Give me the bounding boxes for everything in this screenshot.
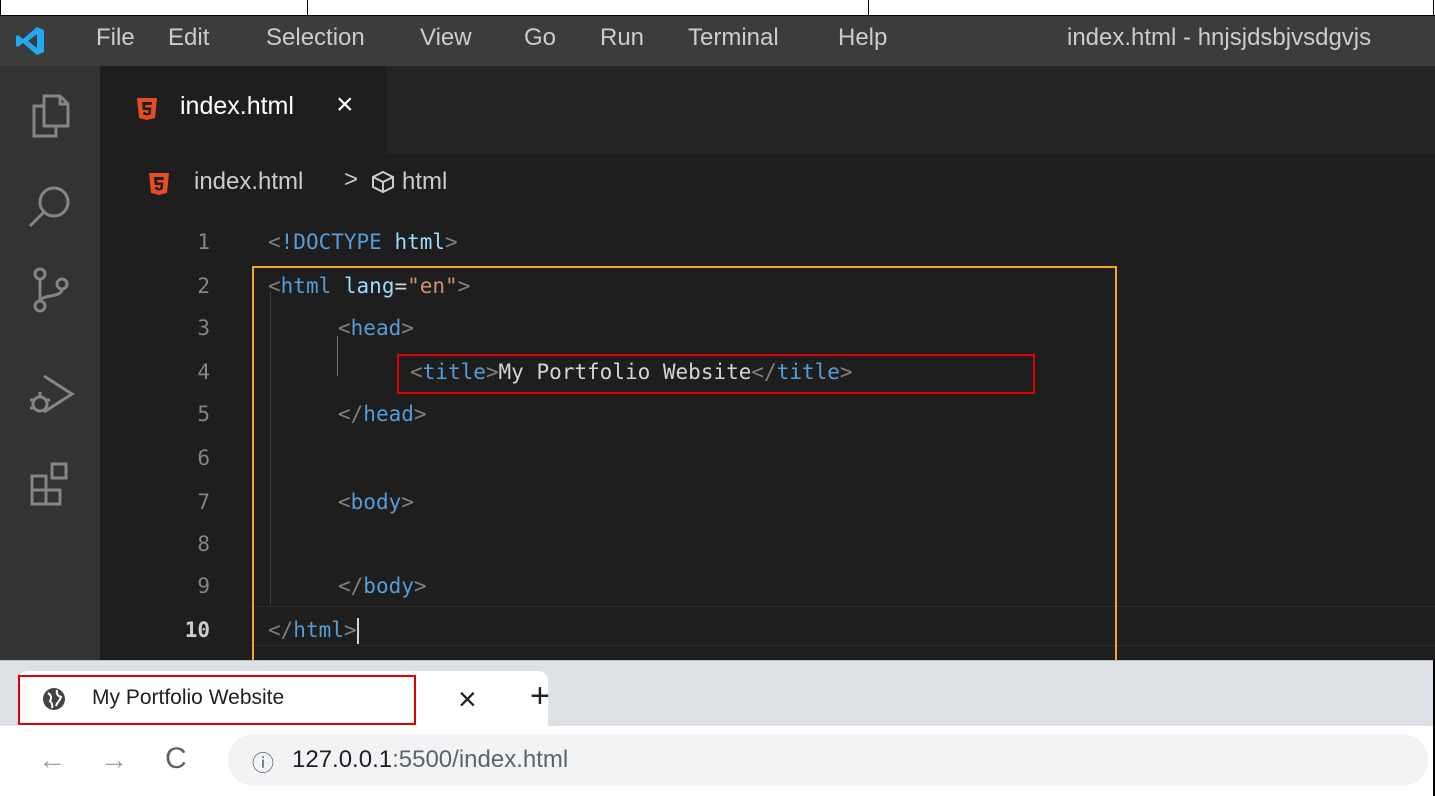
line-number: 7 bbox=[197, 490, 210, 514]
line-number: 3 bbox=[197, 316, 210, 340]
highlight-box-title bbox=[397, 354, 1035, 394]
forward-button[interactable]: → bbox=[100, 744, 128, 776]
menu-edit[interactable]: Edit bbox=[168, 24, 209, 52]
vscode-window: File Edit Selection View Go Run Terminal… bbox=[0, 16, 1435, 660]
menu-go[interactable]: Go bbox=[524, 24, 556, 52]
menu-help[interactable]: Help bbox=[838, 24, 887, 52]
back-button[interactable]: ← bbox=[38, 744, 66, 776]
menu-terminal[interactable]: Terminal bbox=[688, 24, 779, 52]
frame-divider bbox=[868, 0, 869, 16]
code-editor[interactable]: 1 2 3 4 5 6 7 8 9 10 <!DOCTYPE html> < ht… bbox=[100, 212, 1435, 660]
highlight-box-browser-tab bbox=[18, 675, 416, 725]
html5-icon bbox=[136, 97, 158, 126]
line-number: 8 bbox=[197, 532, 210, 556]
vscode-logo-icon bbox=[14, 25, 46, 62]
menu-selection[interactable]: Selection bbox=[266, 24, 365, 52]
token: > bbox=[445, 230, 458, 254]
source-control-icon[interactable] bbox=[20, 260, 80, 320]
new-tab-button[interactable]: + bbox=[530, 677, 550, 716]
token: !DOCTYPE bbox=[280, 230, 382, 254]
symbol-cube-icon bbox=[370, 169, 396, 200]
url-host: 127.0.0.1 bbox=[292, 746, 393, 773]
menu-run[interactable]: Run bbox=[600, 24, 644, 52]
explorer-icon[interactable] bbox=[20, 86, 80, 146]
editor-tab-bar: index.html × bbox=[100, 66, 1435, 154]
token: < bbox=[268, 230, 281, 254]
breadcrumb-separator: > bbox=[344, 166, 359, 193]
browser-toolbar: ← → C ⓘ 127.0.0.1:5500/index.html bbox=[0, 726, 1435, 796]
line-number: 5 bbox=[197, 402, 210, 426]
code-line-1: <!DOCTYPE html> bbox=[268, 230, 458, 254]
tab-index-html[interactable]: index.html × bbox=[100, 66, 386, 154]
table-frame-top bbox=[0, 0, 1435, 16]
line-number: 9 bbox=[197, 574, 210, 598]
tab-label: index.html bbox=[180, 92, 294, 120]
frame-divider bbox=[307, 0, 308, 16]
breadcrumb-html5-icon bbox=[148, 172, 170, 201]
line-number: 6 bbox=[197, 446, 210, 470]
run-debug-icon[interactable] bbox=[20, 362, 80, 422]
search-icon[interactable] bbox=[20, 178, 80, 238]
browser-tab-strip: My Portfolio Website × + bbox=[0, 660, 1435, 727]
browser-tab-close-icon[interactable]: × bbox=[458, 681, 477, 718]
frame-divider bbox=[0, 0, 1, 16]
menu-view[interactable]: View bbox=[420, 24, 472, 52]
activity-bar bbox=[0, 66, 100, 660]
url-path: :5500/index.html bbox=[392, 746, 569, 773]
token: html bbox=[394, 230, 446, 254]
line-number: 4 bbox=[197, 360, 210, 384]
breadcrumb: index.html > html bbox=[100, 154, 1435, 212]
line-number: 1 bbox=[197, 230, 210, 254]
address-bar[interactable]: ⓘ 127.0.0.1:5500/index.html bbox=[228, 734, 1428, 786]
reload-button[interactable]: C bbox=[165, 742, 187, 776]
title-bar: File Edit Selection View Go Run Terminal… bbox=[0, 16, 1435, 66]
line-number-current: 10 bbox=[184, 618, 210, 642]
line-number: 2 bbox=[197, 274, 210, 298]
menu-file[interactable]: File bbox=[96, 24, 135, 52]
url-text: 127.0.0.1:5500/index.html bbox=[292, 746, 568, 774]
site-info-icon[interactable]: ⓘ bbox=[252, 746, 274, 778]
breadcrumb-file[interactable]: index.html bbox=[194, 168, 303, 196]
tab-close-icon[interactable]: × bbox=[336, 88, 354, 122]
extensions-icon[interactable] bbox=[20, 452, 80, 512]
highlight-box-outer bbox=[252, 266, 1117, 660]
frame-divider bbox=[1433, 0, 1434, 16]
window-title: index.html - hnjsjdsbjvsdgvjs bbox=[1067, 24, 1372, 51]
breadcrumb-symbol[interactable]: html bbox=[402, 168, 447, 196]
